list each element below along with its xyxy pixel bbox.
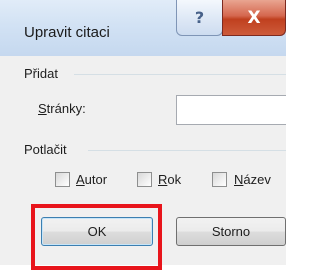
help-button[interactable]: ? [176, 0, 223, 36]
suppress-group-divider [88, 150, 286, 151]
pages-label: Stránky: [38, 101, 86, 116]
author-text: utor [84, 172, 108, 187]
author-accel: A [76, 172, 85, 187]
pages-label-text: tránky: [46, 101, 86, 116]
edit-citation-dialog: Upravit citaci ? X Přidat Stránky: Potla… [0, 0, 286, 270]
title-checkbox-label[interactable]: Název [234, 172, 271, 187]
close-icon: X [247, 7, 261, 28]
title-text: ázev [243, 172, 271, 187]
ok-highlight-frame [31, 204, 162, 270]
title-checkbox[interactable] [212, 172, 227, 187]
year-text: ok [167, 172, 182, 187]
title-bar: Upravit citaci ? X [0, 0, 286, 56]
author-checkbox[interactable] [55, 172, 70, 187]
add-group-label: Přidat [24, 66, 58, 81]
cancel-button[interactable]: Storno [176, 217, 286, 246]
help-icon: ? [194, 8, 205, 27]
year-accel: R [158, 172, 168, 187]
pages-input[interactable] [176, 95, 286, 125]
year-checkbox-label[interactable]: Rok [158, 172, 181, 187]
close-button[interactable]: X [222, 0, 286, 36]
add-group-divider [74, 74, 286, 75]
title-accel: N [234, 172, 244, 187]
pages-label-accel: S [38, 101, 47, 116]
author-checkbox-label[interactable]: Autor [76, 172, 107, 187]
year-checkbox[interactable] [137, 172, 152, 187]
dialog-title: Upravit citaci [24, 24, 110, 41]
suppress-group-label: Potlačit [24, 142, 67, 157]
